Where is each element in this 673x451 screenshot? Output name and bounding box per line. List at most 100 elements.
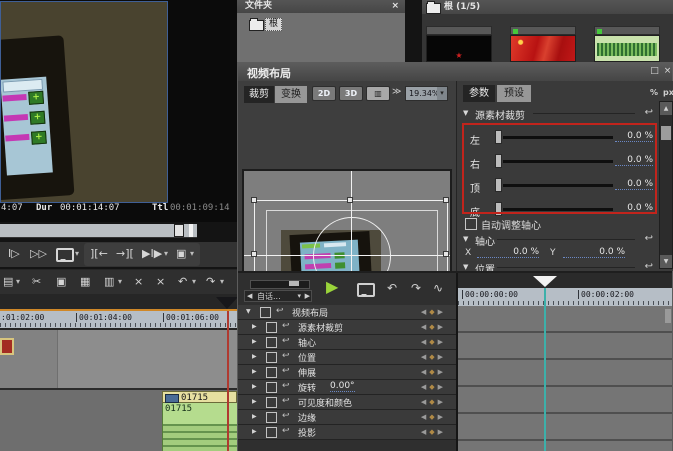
tree-row-rotation[interactable]: ▶ ↩ 旋转 0.00° ◀◆▶	[238, 380, 456, 395]
add-keyframe-icon[interactable]: ◆	[429, 338, 437, 346]
reset-icon[interactable]: ↩	[282, 336, 290, 346]
keyframe-checkbox[interactable]	[266, 337, 277, 348]
arrow-right-icon[interactable]: ▶	[305, 291, 310, 302]
next-keyframe-icon[interactable]: ▶	[438, 338, 446, 346]
tree-row-source-crop[interactable]: ▶ ↩ 源素材裁剪 ◀◆▶	[238, 320, 456, 335]
expand-icon[interactable]: ▼	[246, 308, 251, 315]
redo-icon[interactable]: ↷	[411, 281, 421, 295]
mark-out-button[interactable]: →][	[116, 242, 134, 265]
tree-row-stretch[interactable]: ▶ ↩ 伸展 ◀◆▶	[238, 365, 456, 380]
tab-transform[interactable]: 变换	[275, 86, 307, 103]
zoom-slider-handle[interactable]	[289, 281, 299, 286]
expand-icon[interactable]: ▶	[252, 353, 257, 360]
keyframe-ruler[interactable]: 00:00:00:00 00:00:02:00	[458, 288, 672, 306]
reset-icon[interactable]: ↩	[282, 411, 290, 421]
thumbnail-star-clip[interactable]: ★	[426, 35, 492, 62]
arrow-left-icon[interactable]: ◀	[247, 291, 252, 302]
add-keyframe-icon[interactable]: ◆	[429, 353, 437, 361]
redo-button[interactable]: ↷	[206, 270, 215, 293]
delete-button[interactable]: ×	[156, 270, 165, 293]
timeline-ruler[interactable]: :01:02:00 00:01:04:00 00:01:06:00	[0, 311, 237, 328]
collapse-icon[interactable]: ▼	[463, 235, 468, 243]
prev-keyframe-icon[interactable]: ◀	[421, 413, 429, 421]
thumbnail-flag-clip[interactable]	[510, 35, 576, 62]
tree-row-visibility-color[interactable]: ▶ ↩ 可见度和颜色 ◀◆▶	[238, 395, 456, 410]
copy-button[interactable]: ▣	[56, 270, 66, 293]
prev-keyframe-icon[interactable]: ◀	[421, 353, 429, 361]
caret-down-icon[interactable]: ▾	[192, 270, 196, 293]
crop-handle-e[interactable]	[443, 251, 449, 257]
play-keyframe-button[interactable]: ▶	[326, 277, 338, 296]
maximize-icon[interactable]: □	[648, 65, 661, 78]
close-icon[interactable]: ×	[391, 0, 399, 13]
prev-keyframe-icon[interactable]: ◀	[421, 383, 429, 391]
clip-title-bar[interactable]: 01715	[162, 391, 237, 403]
caret-down-icon[interactable]: ▾	[190, 242, 194, 265]
next-keyframe-icon[interactable]: ▶	[438, 428, 446, 436]
keyframe-checkbox[interactable]	[266, 367, 277, 378]
tree-row-edge[interactable]: ▶ ↩ 边缘 ◀◆▶	[238, 410, 456, 425]
dialog-titlebar[interactable]: 视频布局 □ ×	[238, 63, 672, 81]
next-keyframe-icon[interactable]: ▶	[438, 368, 446, 376]
folder-icon[interactable]	[249, 20, 264, 31]
caret-down-icon[interactable]: ▾	[75, 242, 79, 265]
undo-icon[interactable]: ↶	[387, 281, 397, 295]
comment-button[interactable]	[357, 283, 375, 297]
keyframe-scroll-nub[interactable]	[665, 309, 671, 323]
rotation-value[interactable]: 0.00°	[330, 381, 355, 392]
play-button[interactable]: I▷	[8, 242, 20, 265]
tree-row-axis[interactable]: ▶ ↩ 轴心 ◀◆▶	[238, 335, 456, 350]
video-preview[interactable]: + + +	[0, 1, 168, 203]
reset-icon[interactable]: ↩	[282, 351, 290, 361]
axis-y-value[interactable]: 0.0 %	[563, 247, 625, 258]
reset-icon[interactable]: ↩	[276, 306, 284, 316]
reset-icon[interactable]: ↩	[282, 366, 290, 376]
tree-row-video-layout[interactable]: ▼ ↩ 视频布局 ◀◆▶	[238, 305, 456, 320]
undo-button[interactable]: ↶	[178, 270, 187, 293]
prev-keyframe-icon[interactable]: ◀	[421, 368, 429, 376]
mark-in-button[interactable]: ][←	[90, 242, 108, 265]
caret-down-icon[interactable]: ▾	[220, 270, 224, 293]
position-bar[interactable]	[0, 224, 197, 238]
next-keyframe-icon[interactable]: ▶	[438, 398, 446, 406]
expand-icon[interactable]: ▶	[252, 338, 257, 345]
add-keyframe-icon[interactable]: ◆	[429, 323, 437, 331]
collapse-icon[interactable]: ▼	[463, 263, 468, 271]
reset-icon[interactable]: ↩	[282, 381, 290, 391]
keyframe-checkbox[interactable]	[266, 352, 277, 363]
axis-x-value[interactable]: 0.0 %	[477, 247, 539, 258]
crop-handle-w[interactable]	[251, 251, 257, 257]
reset-icon[interactable]: ↩	[282, 321, 290, 331]
keyframe-checkbox[interactable]	[266, 382, 277, 393]
view-2d-button[interactable]: 2D	[312, 86, 336, 101]
prev-keyframe-icon[interactable]: ◀	[421, 338, 429, 346]
add-keyframe-icon[interactable]: ◆	[429, 413, 437, 421]
params-scrollbar[interactable]: ▲ ▼	[659, 101, 673, 269]
view-split-button[interactable]: ▥	[366, 86, 390, 101]
fast-forward-button[interactable]: ▷▷	[30, 242, 47, 265]
keyframe-zoom-slider[interactable]	[250, 280, 310, 289]
crop-handle-n[interactable]	[347, 197, 353, 203]
cut-button[interactable]: ✂	[32, 270, 41, 293]
timeline-clip-red[interactable]	[0, 338, 14, 355]
root-folder-item[interactable]: 根	[265, 18, 282, 31]
interpolation-dropdown[interactable]: ◀ 自话... ▾ ▶	[244, 290, 312, 302]
tab-crop[interactable]: 裁剪	[244, 86, 274, 103]
capture-button[interactable]: ▤	[3, 270, 13, 293]
tab-presets[interactable]: 预设	[497, 85, 531, 102]
caret-down-icon[interactable]: ▾	[437, 87, 447, 100]
caret-down-icon[interactable]: ▾	[16, 270, 20, 293]
bin-button[interactable]: ▥	[104, 270, 114, 293]
thumbnail-audio-clip[interactable]	[594, 35, 660, 62]
add-keyframe-icon[interactable]: ◆	[429, 428, 437, 436]
prev-keyframe-icon[interactable]: ◀	[421, 308, 429, 316]
tree-row-position[interactable]: ▶ ↩ 位置 ◀◆▶	[238, 350, 456, 365]
keyframe-tracks[interactable]	[458, 306, 672, 451]
keyframe-checkbox[interactable]	[266, 397, 277, 408]
add-keyframe-icon[interactable]: ◆	[429, 308, 437, 316]
expand-icon[interactable]: ▶	[252, 368, 257, 375]
expand-icon[interactable]: ▶	[252, 413, 257, 420]
collapse-icon[interactable]: ▼	[463, 109, 468, 117]
add-keyframe-icon[interactable]: ◆	[429, 368, 437, 376]
scroll-down-icon[interactable]: ▼	[660, 255, 672, 268]
